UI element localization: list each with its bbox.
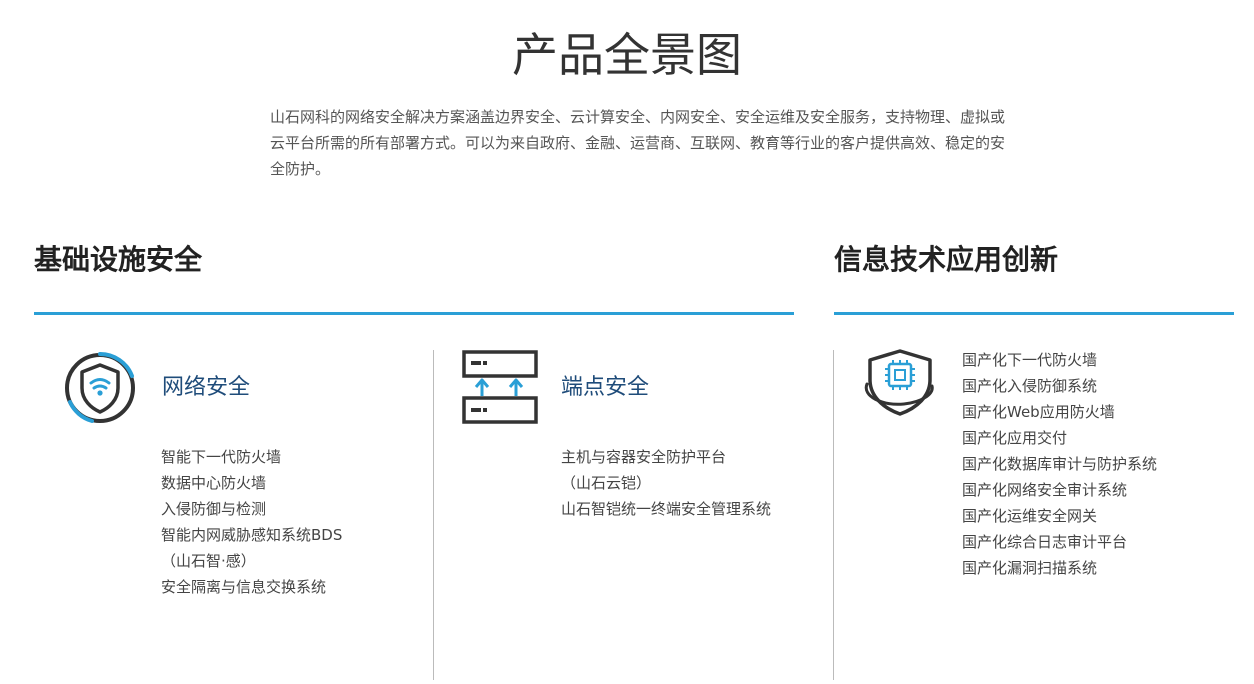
product-link[interactable]: 智能内网威胁感知系统BDS — [161, 522, 342, 548]
network-security-product-list: 智能下一代防火墙 数据中心防火墙 入侵防御与检测 智能内网威胁感知系统BDS （… — [161, 444, 342, 600]
section-title-xinchuang: 信息技术应用创新 — [834, 243, 1059, 276]
product-link[interactable]: 国产化入侵防御系统 — [962, 373, 1157, 399]
product-link[interactable]: 山石智铠统一终端安全管理系统 — [561, 496, 771, 522]
product-link[interactable]: 国产化综合日志审计平台 — [962, 529, 1157, 555]
endpoint-security-product-list: 主机与容器安全防护平台 （山石云铠） 山石智铠统一终端安全管理系统 — [561, 444, 771, 522]
endpoint-servers-icon — [462, 350, 538, 424]
product-link[interactable]: 国产化运维安全网关 — [962, 503, 1157, 529]
product-link[interactable]: 国产化漏洞扫描系统 — [962, 555, 1157, 581]
column-divider — [833, 350, 834, 680]
product-link[interactable]: 主机与容器安全防护平台 — [561, 444, 771, 470]
network-security-shield-icon — [62, 350, 138, 426]
intro-paragraph: 山石网科的网络安全解决方案涵盖边界安全、云计算安全、内网安全、安全运维及安全服务… — [270, 108, 1006, 178]
product-link[interactable]: 国产化下一代防火墙 — [962, 347, 1157, 373]
section-rule-infrastructure — [34, 312, 794, 315]
section-title-infrastructure: 基础设施安全 — [34, 243, 203, 276]
product-link-subtitle[interactable]: （山石云铠） — [561, 470, 771, 496]
card-title-endpoint-security: 端点安全 — [561, 375, 650, 400]
product-link-subtitle[interactable]: （山石智·感） — [161, 548, 342, 574]
section-rule-xinchuang — [834, 312, 1234, 315]
card-title-network-security: 网络安全 — [162, 375, 251, 400]
product-link[interactable]: 国产化数据库审计与防护系统 — [962, 451, 1157, 477]
product-link[interactable]: 国产化网络安全审计系统 — [962, 477, 1157, 503]
page-title: 产品全景图 — [512, 28, 742, 82]
product-link[interactable]: 国产化应用交付 — [962, 425, 1157, 451]
product-link[interactable]: 入侵防御与检测 — [161, 496, 342, 522]
product-link[interactable]: 安全隔离与信息交换系统 — [161, 574, 342, 600]
chip-shield-icon — [862, 348, 938, 418]
column-divider — [433, 350, 434, 680]
xinchuang-product-list: 国产化下一代防火墙 国产化入侵防御系统 国产化Web应用防火墙 国产化应用交付 … — [962, 347, 1157, 581]
product-link[interactable]: 数据中心防火墙 — [161, 470, 342, 496]
product-link[interactable]: 国产化Web应用防火墙 — [962, 399, 1157, 425]
product-link[interactable]: 智能下一代防火墙 — [161, 444, 342, 470]
